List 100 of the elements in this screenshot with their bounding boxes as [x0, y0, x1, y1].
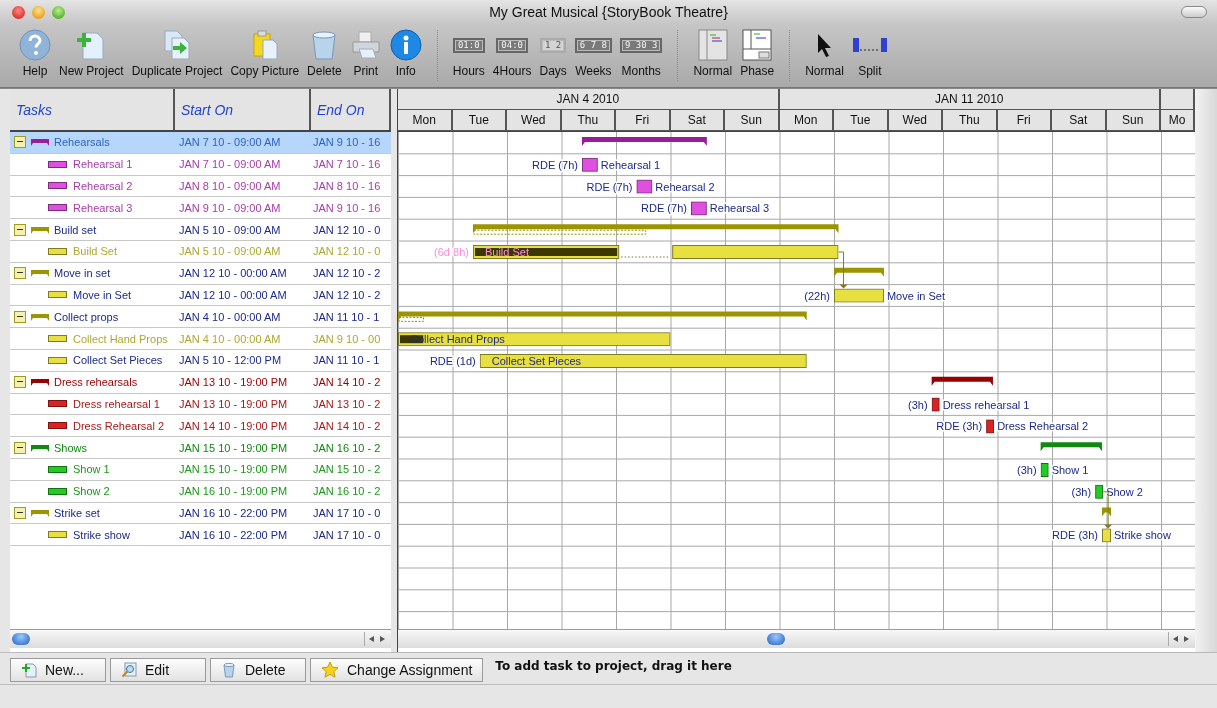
summary-bar[interactable] — [581, 137, 707, 146]
duration-label: RDE (7h) — [641, 202, 687, 215]
table-cell: JAN 17 10 - 0 — [313, 506, 381, 519]
toolbar-button[interactable]: Duplicate Project — [128, 24, 226, 87]
toolbar-button[interactable]: Normal — [802, 24, 847, 87]
day-header: Mon — [398, 110, 453, 131]
scale-display: 9 30 3 — [619, 37, 663, 53]
task-row[interactable]: Rehearsal 2 JAN 8 10 - 09:00 AM JAN 8 10 - 16 — [10, 175, 391, 198]
layout-icon — [697, 29, 728, 61]
toolbar-button[interactable]: 01:0 Hours — [449, 24, 488, 87]
scrollbar-track[interactable] — [1195, 89, 1217, 652]
duration-label: RDE (1d) — [429, 355, 476, 367]
task-bar[interactable] — [473, 245, 839, 259]
column-header[interactable]: End On — [311, 89, 391, 130]
duration-label: RDE (7h) — [586, 180, 633, 193]
column-header[interactable]: Start On — [175, 89, 311, 130]
task-row[interactable]: Strike show JAN 16 10 - 22:00 PM JAN 17 10 - 0 — [10, 524, 391, 547]
summary-bar[interactable] — [1040, 442, 1102, 452]
toolbar-button[interactable]: 6 7 8 Weeks — [571, 24, 615, 87]
task-name: Collect Set Pieces — [73, 354, 163, 367]
table-cell: JAN 16 10 - 2 — [313, 441, 381, 454]
close-button[interactable] — [12, 5, 25, 19]
action-button[interactable]: New... — [10, 657, 106, 682]
window-title: My Great Musical {StoryBook Theatre} — [489, 4, 728, 20]
task-name: Dress rehearsal 1 — [73, 397, 160, 410]
collapse-toggle[interactable] — [14, 310, 26, 323]
collapse-toggle[interactable] — [14, 506, 26, 519]
day-header: Fri — [997, 110, 1052, 131]
table-cell: JAN 8 10 - 09:00 AM — [179, 180, 281, 192]
day-header: Tue — [452, 110, 507, 131]
task-row[interactable]: Build set JAN 5 10 - 09:00 AM JAN 12 10 - 0 — [10, 219, 391, 241]
scrollbar-thumb[interactable] — [12, 633, 30, 645]
task-row[interactable]: Move in set JAN 12 10 - 00:00 AM JAN 12 10 - 2 — [10, 262, 391, 285]
toolbar-button[interactable]: 04:0 4Hours — [489, 24, 535, 87]
task-row[interactable]: Dress rehearsal 1 JAN 13 10 - 19:00 PM JAN 13 10 - 2 — [10, 393, 391, 416]
scrollbar-thumb[interactable] — [767, 633, 785, 645]
task-row[interactable]: Shows JAN 15 10 - 19:00 PM JAN 16 10 - 2 — [10, 437, 391, 459]
table-cell: JAN 7 10 - 16 — [313, 158, 381, 171]
task-bar[interactable] — [398, 332, 670, 346]
summary-bar[interactable] — [931, 376, 993, 386]
task-row[interactable]: Rehearsals JAN 7 10 - 09:00 AM JAN 9 10 - 16 — [10, 132, 391, 154]
table-cell: JAN 13 10 - 19:00 PM — [179, 397, 288, 410]
table-cell: JAN 9 10 - 16 — [313, 136, 381, 149]
toolbar-button[interactable]: Copy Picture — [227, 24, 303, 87]
table-cell: JAN 9 10 - 16 — [313, 201, 381, 214]
table-cell: JAN 16 10 - 2 — [313, 485, 381, 498]
toolbar-button[interactable]: Print — [346, 24, 385, 87]
collapse-toggle[interactable] — [14, 376, 26, 389]
toolbar-button[interactable]: 9 30 3 Months — [616, 24, 666, 87]
task-name: Collect Hand Props — [73, 332, 168, 345]
collapse-toggle[interactable] — [14, 223, 26, 236]
toolbar-button[interactable]: Split — [848, 24, 891, 87]
table-cell: JAN 12 10 - 00:00 AM — [179, 288, 287, 301]
task-row[interactable]: Show 1 JAN 15 10 - 19:00 PM JAN 15 10 - 2 — [10, 458, 391, 481]
task-row[interactable]: Dress rehearsals JAN 13 10 - 19:00 PM JAN 14 10 - 2 — [10, 371, 391, 394]
task-row[interactable]: Move in Set JAN 12 10 - 00:00 AM JAN 12 10 - 2 — [10, 284, 391, 307]
task-row[interactable]: Collect Set Pieces JAN 5 10 - 12:00 PM JAN 11 10 - 1 — [10, 349, 391, 372]
day-header: Mon — [779, 110, 834, 131]
task-row[interactable]: Collect props JAN 4 10 - 00:00 AM JAN 11 10 - 1 — [10, 306, 391, 329]
bar-label: Rehearsal 2 — [655, 180, 715, 193]
toolbar-button[interactable]: Phase — [737, 24, 778, 87]
toolbar-toggle-button[interactable] — [1181, 6, 1207, 18]
task-name: Rehearsal 1 — [73, 158, 133, 171]
toolbar-button[interactable]: Help — [16, 24, 54, 87]
week-header: JAN 4 2010 — [398, 89, 780, 110]
duration-label: (3h) — [908, 398, 928, 411]
task-row[interactable]: Strike set JAN 16 10 - 22:00 PM JAN 17 10 - 0 — [10, 502, 391, 525]
collapse-toggle[interactable] — [14, 136, 26, 149]
table-cell: JAN 15 10 - 19:00 PM — [179, 441, 288, 454]
summary-bar[interactable] — [1101, 507, 1112, 517]
task-row[interactable]: Rehearsal 1 JAN 7 10 - 09:00 AM JAN 7 10 - 16 — [10, 153, 391, 176]
duration-label: RDE (3h) — [936, 420, 983, 433]
column-header[interactable]: Tasks — [10, 89, 175, 130]
toolbar-button[interactable]: Info — [386, 24, 425, 87]
table-cell: JAN 12 10 - 2 — [313, 288, 381, 301]
task-bar[interactable] — [480, 354, 807, 368]
toolbar-button[interactable]: New Project — [56, 24, 127, 87]
task-name: Rehearsals — [54, 136, 110, 149]
star-icon — [321, 660, 339, 679]
action-button[interactable]: Change Assignment — [310, 657, 484, 682]
table-cell: JAN 15 10 - 19:00 PM — [179, 463, 288, 476]
bar-label: Dress Rehearsal 2 — [997, 420, 1089, 433]
collapse-toggle[interactable] — [14, 441, 26, 454]
task-row[interactable]: Show 2 JAN 16 10 - 19:00 PM JAN 16 10 - 2 — [10, 480, 391, 503]
task-name: Dress Rehearsal 2 — [73, 419, 165, 432]
duration-label: RDE (7h) — [532, 158, 578, 171]
action-button[interactable]: Delete — [210, 657, 306, 682]
table-cell: JAN 7 10 - 09:00 AM — [179, 136, 281, 149]
task-row[interactable]: Dress Rehearsal 2 JAN 14 10 - 19:00 PM JAN 14 10 - 2 — [10, 415, 391, 438]
task-name: Build Set — [73, 245, 118, 258]
duration-label: RDE (3h) — [1052, 529, 1098, 542]
task-name: Rehearsal 3 — [73, 201, 133, 214]
table-cell: JAN 9 10 - 00 — [313, 332, 381, 345]
collapse-toggle[interactable] — [14, 267, 26, 280]
task-name: Strike show — [73, 528, 130, 541]
toolbar-button[interactable]: Delete — [304, 24, 345, 87]
action-button[interactable]: Edit — [110, 657, 206, 682]
task-row[interactable]: Rehearsal 3 JAN 9 10 - 09:00 AM JAN 9 10 - 16 — [10, 197, 391, 220]
toolbar-button[interactable]: Normal — [690, 24, 736, 87]
day-header: Wed — [507, 110, 562, 131]
